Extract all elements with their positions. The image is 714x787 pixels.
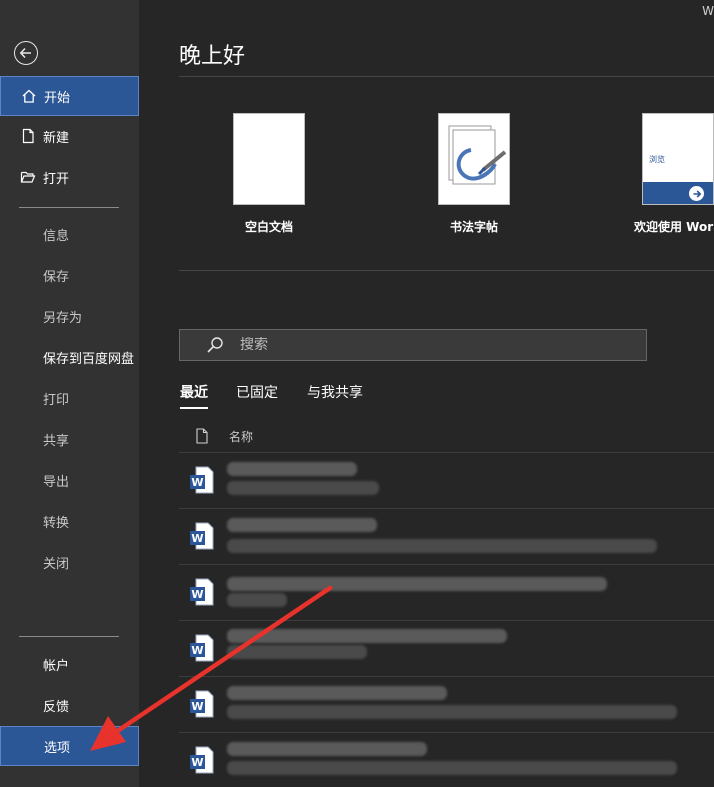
template-blank-label: 空白文档 [244,220,293,234]
tab-shared-with-me[interactable]: 与我共享 [307,382,363,402]
header-divider [179,76,714,77]
template-calligraphy-label: 书法字帖 [449,220,498,234]
nav-account[interactable]: 帐户 [0,644,139,684]
nav-save-baidu[interactable]: 保存到百度网盘 [0,337,139,377]
search-box[interactable] [179,329,647,361]
nav-open[interactable]: 打开 [0,157,139,197]
svg-text:W: W [191,644,203,657]
svg-text:W: W [191,756,203,769]
template-welcome[interactable]: 浏览 [642,113,714,205]
word-document-icon: W [190,522,214,550]
nav-share[interactable]: 共享 [0,419,139,459]
list-item[interactable]: W [179,452,714,508]
nav-print[interactable]: 打印 [0,378,139,418]
new-document-icon [19,127,37,145]
template-calligraphy[interactable] [438,113,510,205]
nav-save-as[interactable]: 另存为 [0,296,139,336]
sidebar-divider [19,207,119,208]
file-icon [195,428,209,444]
obscured-filepath [227,481,379,495]
list-header: 名称 [179,425,253,447]
nav-new[interactable]: 新建 [0,116,139,156]
nav-account-label: 帐户 [43,658,70,674]
nav-save-label: 保存 [43,269,70,285]
nav-open-label: 打开 [43,171,70,187]
obscured-filename [227,462,357,476]
tab-pinned[interactable]: 已固定 [236,382,278,402]
calligraphy-brush-icon [448,125,507,185]
tab-recent[interactable]: 最近 [180,382,208,409]
word-document-icon: W [190,466,214,494]
obscured-filepath [227,593,287,607]
nav-save[interactable]: 保存 [0,255,139,295]
obscured-filename [227,686,447,700]
template-welcome-label: 欢迎使用 Wor [634,220,714,234]
greeting-heading: 晚上好 [179,44,246,69]
obscured-filename [227,629,507,643]
svg-text:W: W [191,532,203,545]
nav-feedback[interactable]: 反馈 [0,685,139,725]
search-input[interactable] [240,337,620,353]
nav-home-label: 开始 [44,90,71,106]
obscured-filename [227,742,427,756]
obscured-filepath [227,539,657,553]
nav-export[interactable]: 导出 [0,460,139,500]
nav-options[interactable]: 选项 [0,726,139,766]
obscured-filepath [227,761,677,775]
nav-export-label: 导出 [43,474,70,490]
word-document-icon: W [190,690,214,718]
template-blank-document[interactable] [233,113,305,205]
list-item[interactable]: W [179,620,714,676]
obscured-filename [227,518,377,532]
nav-save-as-label: 另存为 [43,310,83,326]
svg-text:W: W [191,476,203,489]
nav-feedback-label: 反馈 [43,699,70,715]
backstage-sidebar: 开始 新建 打开 信息 保存 另存为 保存到百度网盘 打印 共享 导出 转换 关… [0,0,139,787]
back-button[interactable] [14,41,38,65]
search-icon [206,336,224,354]
nav-options-label: 选项 [44,740,71,756]
nav-share-label: 共享 [43,433,70,449]
nav-new-label: 新建 [43,130,70,146]
arrow-right-icon [689,186,704,201]
list-item[interactable]: W [179,564,714,620]
sidebar-divider [19,636,119,637]
obscured-filepath [227,705,677,719]
nav-convert[interactable]: 转换 [0,501,139,541]
nav-close[interactable]: 关闭 [0,542,139,582]
nav-save-baidu-label: 保存到百度网盘 [43,351,135,367]
templates-divider [179,270,714,271]
window-title: W [702,4,714,18]
nav-info[interactable]: 信息 [0,214,139,254]
nav-info-label: 信息 [43,228,70,244]
nav-print-label: 打印 [43,392,70,408]
nav-close-label: 关闭 [43,556,70,572]
list-item[interactable]: W [179,676,714,732]
template-welcome-thumb-text: 浏览 [649,155,665,164]
back-arrow-icon [19,47,31,59]
obscured-filepath [227,645,367,659]
svg-text:W: W [191,700,203,713]
nav-home[interactable]: 开始 [0,76,139,116]
list-item[interactable]: W [179,732,714,787]
word-document-icon: W [190,746,214,774]
svg-text:W: W [191,588,203,601]
list-item[interactable]: W [179,508,714,564]
open-folder-icon [19,168,37,186]
nav-convert-label: 转换 [43,515,70,531]
backstage-main: W 晚上好 空白文档 书法字帖 浏览 欢迎使用 Wor 最近 已固定 与我共享 [139,0,714,787]
obscured-filename [227,577,607,591]
word-document-icon: W [190,634,214,662]
home-icon [20,87,38,105]
word-document-icon: W [190,578,214,606]
column-name-header[interactable]: 名称 [229,428,253,445]
